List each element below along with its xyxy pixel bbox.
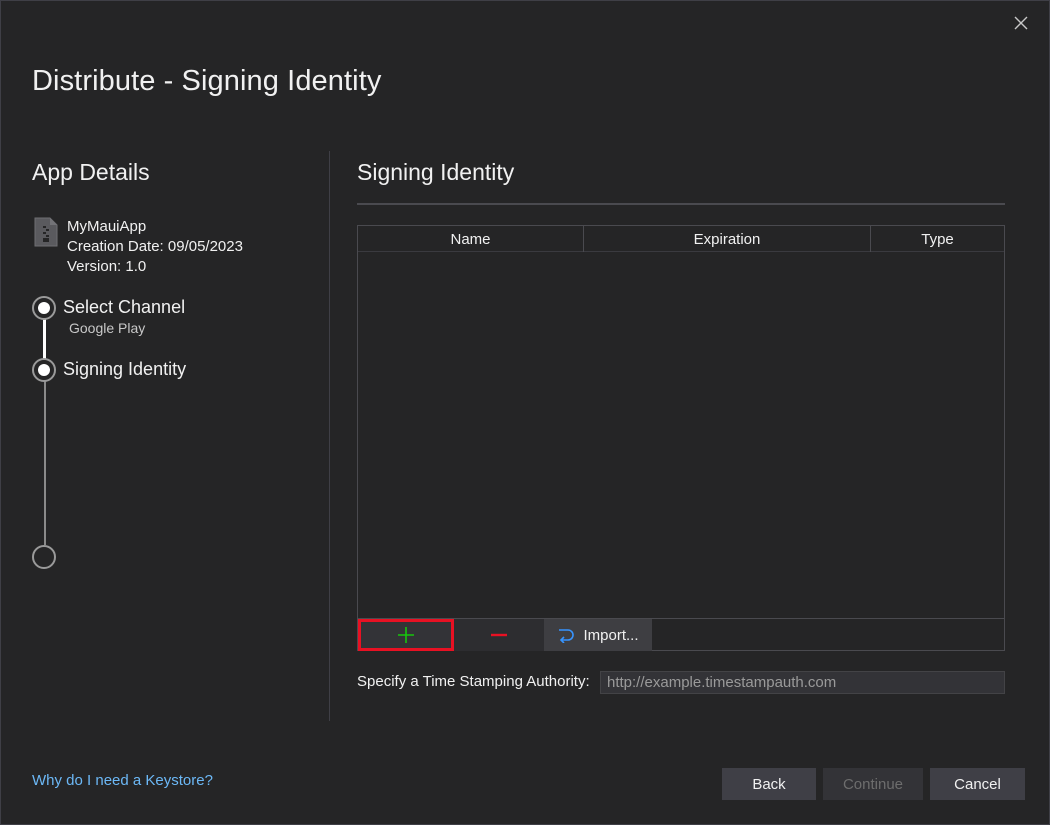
tsa-url-input[interactable]	[600, 671, 1005, 694]
app-details-heading: App Details	[32, 159, 150, 185]
back-button[interactable]: Back	[722, 768, 816, 800]
close-button[interactable]	[1007, 9, 1035, 37]
minus-icon	[491, 633, 507, 637]
import-button-label: Import...	[583, 626, 639, 644]
add-identity-button[interactable]	[358, 619, 454, 651]
step-select-channel-label: Select Channel	[63, 297, 186, 317]
app-name: MyMauiApp	[67, 218, 147, 235]
close-icon	[1014, 16, 1028, 30]
signing-identity-heading: Signing Identity	[357, 159, 515, 185]
column-header-name[interactable]: Name	[358, 226, 584, 252]
cancel-button[interactable]: Cancel	[930, 768, 1025, 800]
app-info: MyMauiApp Creation Date: 09/05/2023 Vers…	[67, 217, 243, 277]
import-button[interactable]: Import...	[544, 619, 652, 651]
tsa-label: Specify a Time Stamping Authority:	[357, 673, 590, 690]
step-select-channel-sublabel: Google Play	[69, 320, 146, 336]
step-signing-identity-node	[32, 358, 56, 382]
import-arrow-icon	[559, 629, 575, 643]
plus-icon	[398, 627, 414, 643]
column-header-type[interactable]: Type	[871, 226, 1004, 252]
app-creation-date: Creation Date: 09/05/2023	[67, 238, 243, 255]
keystore-help-link[interactable]: Why do I need a Keystore?	[32, 772, 213, 789]
table-header: Name Expiration Type	[358, 226, 1004, 252]
column-header-expiration[interactable]: Expiration	[584, 226, 871, 252]
remove-identity-button[interactable]	[454, 619, 544, 651]
zip-file-icon	[34, 217, 58, 247]
distribute-dialog: Distribute - Signing Identity App Detail…	[0, 0, 1050, 825]
step-signing-identity-label: Signing Identity	[63, 359, 187, 379]
step-select-channel-node	[32, 296, 56, 320]
heading-divider	[357, 203, 1005, 205]
table-toolbar: Import...	[358, 618, 1004, 651]
signing-identity-table[interactable]: Name Expiration Type Import...	[357, 225, 1005, 651]
dialog-title: Distribute - Signing Identity	[32, 65, 382, 97]
panel-divider	[329, 151, 330, 721]
app-version: Version: 1.0	[67, 258, 147, 275]
step-connector-pending	[44, 381, 46, 545]
step-final-node	[32, 545, 56, 569]
continue-button[interactable]: Continue	[823, 768, 923, 800]
